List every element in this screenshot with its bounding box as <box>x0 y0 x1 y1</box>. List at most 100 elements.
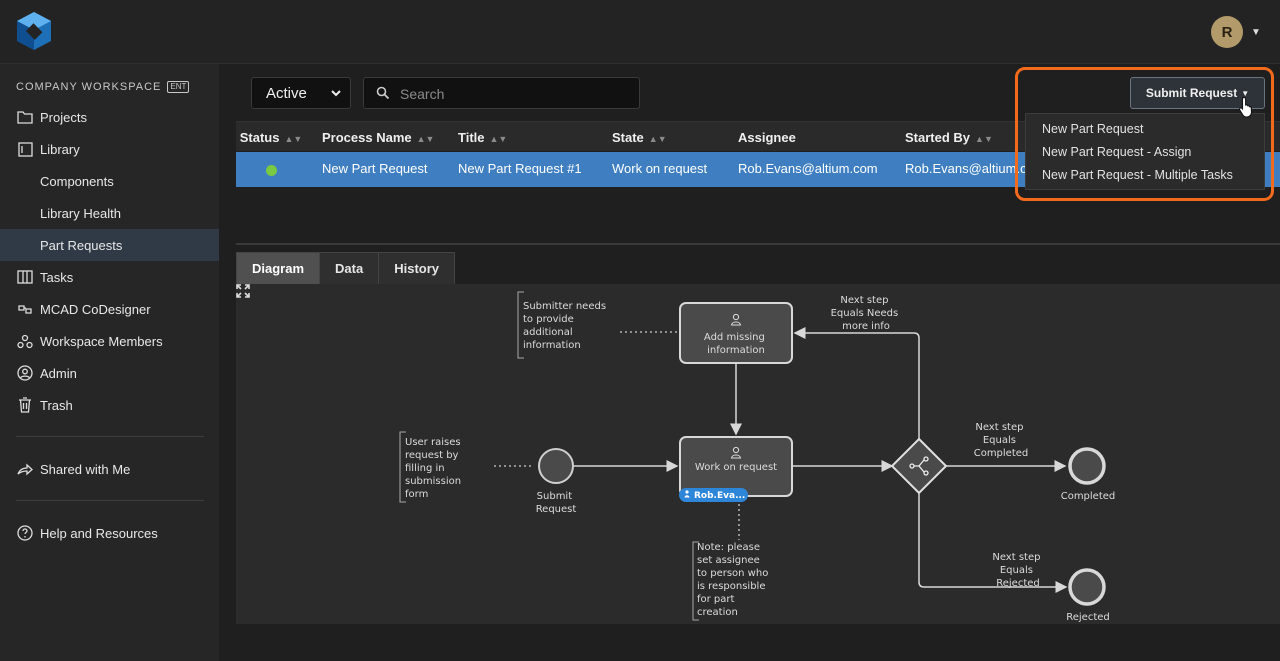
menu-item-new-part-request-multiple-tasks[interactable]: New Part Request - Multiple Tasks <box>1042 168 1233 182</box>
column-header-started-by[interactable]: Started By ▲▼ <box>905 130 993 145</box>
tab-data[interactable]: Data <box>319 252 380 284</box>
share-icon <box>16 460 34 478</box>
sidebar-item-label: Trash <box>40 397 73 413</box>
column-header-state[interactable]: State ▲▼ <box>612 130 667 145</box>
menu-item-new-part-request-assign[interactable]: New Part Request - Assign <box>1042 145 1191 159</box>
process-diagram: Submitter needs to provide additional in… <box>236 284 1280 624</box>
sidebar-item-library-health[interactable]: Library Health <box>0 197 219 229</box>
hand-cursor-icon <box>1239 96 1253 118</box>
search-icon <box>376 86 390 100</box>
panel-splitter[interactable] <box>236 243 1280 245</box>
task-label: Work on request <box>695 462 777 473</box>
search-box[interactable] <box>363 77 640 109</box>
avatar[interactable]: R <box>1211 16 1243 48</box>
cell-assignee: Rob.Evans@altium.com <box>738 161 878 176</box>
sidebar-divider <box>16 436 204 437</box>
column-label: Started By <box>905 130 971 145</box>
sidebar-item-label: Help and Resources <box>40 525 158 541</box>
tab-history[interactable]: History <box>378 252 456 284</box>
event-label: Submit Request <box>536 491 577 515</box>
user-menu-chevron-icon[interactable]: ▼ <box>1251 27 1261 38</box>
column-label: Title <box>458 130 485 145</box>
fullscreen-icon[interactable] <box>236 284 250 298</box>
column-label: Process Name <box>322 130 412 145</box>
chevron-down-icon <box>331 90 341 97</box>
tab-diagram[interactable]: Diagram <box>236 252 321 284</box>
sidebar-item-mcad-codesigner[interactable]: MCAD CoDesigner <box>0 293 219 325</box>
sidebar-item-trash[interactable]: Trash <box>0 389 219 421</box>
help-icon <box>16 524 34 542</box>
workspace-label: COMPANY WORKSPACE ENT <box>16 81 190 93</box>
sidebar-item-help[interactable]: Help and Resources <box>0 517 219 549</box>
sidebar-item-label: Workspace Members <box>40 333 163 349</box>
altium-logo-icon[interactable] <box>14 10 54 52</box>
sidebar-item-label: Library Health <box>40 205 121 221</box>
sidebar-item-part-requests[interactable]: Part Requests <box>0 229 219 261</box>
column-label: Assignee <box>738 130 796 145</box>
sort-icon: ▲▼ <box>648 134 667 144</box>
annotation-submitter: Submitter needs to provide additional in… <box>523 301 609 351</box>
annotation-note: Note: please set assignee to person who … <box>697 542 772 618</box>
sidebar-item-label: Library <box>40 141 80 157</box>
column-label: State <box>612 130 644 145</box>
sidebar-item-workspace-members[interactable]: Workspace Members <box>0 325 219 357</box>
sidebar-item-library[interactable]: Library <box>0 133 219 165</box>
workspace-badge: ENT <box>167 81 190 93</box>
event-label: Rejected <box>1066 612 1110 623</box>
sort-icon: ▲▼ <box>416 134 435 144</box>
state-filter-value: Active <box>266 84 307 102</box>
folder-icon <box>16 108 34 126</box>
top-bar: R ▼ <box>0 0 1280 64</box>
submit-request-menu: New Part Request New Part Request - Assi… <box>1025 113 1265 190</box>
sort-icon: ▲▼ <box>489 134 508 144</box>
column-label: Status <box>239 130 280 145</box>
column-header-status[interactable]: Status ▲▼ <box>236 130 306 145</box>
sidebar-item-shared-with-me[interactable]: Shared with Me <box>0 453 219 485</box>
annotation-user-raises: User raises request by filling in submis… <box>405 437 464 500</box>
sidebar-item-label: MCAD CoDesigner <box>40 301 151 317</box>
menu-item-new-part-request[interactable]: New Part Request <box>1042 122 1143 136</box>
column-header-process-name[interactable]: Process Name ▲▼ <box>322 130 434 145</box>
state-filter-select[interactable]: Active <box>251 77 351 109</box>
workspace-name: COMPANY WORKSPACE <box>16 81 162 93</box>
sidebar-item-label: Components <box>40 173 114 189</box>
sidebar-item-label: Admin <box>40 365 77 381</box>
sidebar-item-label: Tasks <box>40 269 74 285</box>
mcad-icon <box>16 300 34 318</box>
sidebar-item-tasks[interactable]: Tasks <box>0 261 219 293</box>
admin-icon <box>16 364 34 382</box>
sort-icon: ▲▼ <box>975 134 993 144</box>
end-event-rejected[interactable] <box>1068 568 1106 606</box>
condition-label-needs-info: Next step Equals Needs more info <box>831 295 902 332</box>
sidebar-item-components[interactable]: Components <box>0 165 219 197</box>
condition-label-rejected: Next step Equals Rejected <box>992 552 1043 589</box>
status-dot-icon <box>266 165 277 176</box>
event-label: Completed <box>1061 491 1116 502</box>
sidebar-item-admin[interactable]: Admin <box>0 357 219 389</box>
cell-state: Work on request <box>612 161 708 176</box>
column-header-title[interactable]: Title ▲▼ <box>458 130 507 145</box>
submit-request-label: Submit Request <box>1145 86 1238 100</box>
end-event-completed[interactable] <box>1068 447 1106 485</box>
start-event[interactable] <box>538 448 574 484</box>
condition-label-completed: Next step Equals Completed <box>974 422 1029 459</box>
tasks-icon <box>16 268 34 286</box>
cell-title: New Part Request #1 <box>458 161 582 176</box>
assignee-chip-label: Rob.Eva... <box>694 491 745 501</box>
sidebar-item-projects[interactable]: Projects <box>0 101 219 133</box>
sidebar-item-label: Part Requests <box>40 237 123 253</box>
sidebar-item-label: Shared with Me <box>40 461 131 477</box>
column-header-assignee[interactable]: Assignee <box>738 130 796 145</box>
sidebar: COMPANY WORKSPACE ENT Projects Library C… <box>0 64 219 661</box>
sidebar-divider <box>16 500 204 501</box>
search-input[interactable] <box>400 84 630 104</box>
cell-started-by: Rob.Evans@altium.c <box>905 161 1027 176</box>
sequence-flow <box>793 327 920 439</box>
trash-icon <box>16 396 34 414</box>
members-icon <box>16 332 34 350</box>
library-icon <box>16 140 34 158</box>
sort-icon: ▲▼ <box>284 134 303 144</box>
sidebar-item-label: Projects <box>40 109 87 125</box>
cell-process-name: New Part Request <box>322 161 428 176</box>
detail-tabs: Diagram Data History <box>236 252 456 284</box>
